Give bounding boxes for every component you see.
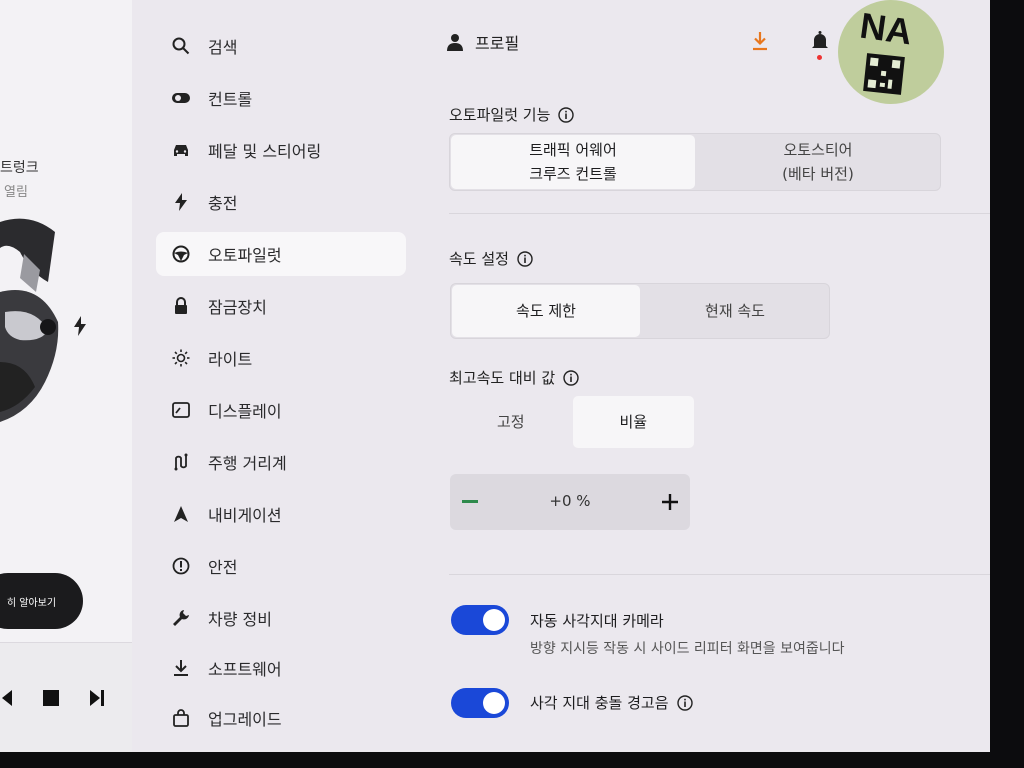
menu-item-lights[interactable]: 라이트 (156, 336, 406, 380)
download-icon (174, 660, 188, 676)
blindspot-chime-toggle[interactable] (451, 688, 509, 718)
blindspot-camera-toggle[interactable] (451, 605, 509, 635)
increase-button[interactable] (660, 492, 680, 512)
section-title: 오토파일럿 기능 (449, 106, 551, 124)
download-icon[interactable] (751, 31, 769, 51)
tesla-screen: 트렁크 열림 히 알아보기 검색 컨트롤 페달 및 스티어링 충전 오토파일럿 … (0, 0, 990, 752)
offset-value: +0 % (549, 492, 591, 510)
autopilot-settings-panel: 프로필 NA 오토파일럿 기능 트래픽 어웨어 크루즈 컨트롤 오토스티어 (베… (415, 0, 990, 752)
speed-setting-selector: 속도 제한 현재 속도 (450, 283, 830, 339)
option-autosteer-beta[interactable]: 오토스티어 (베타 버전) (696, 134, 940, 190)
option-line2: 크루즈 컨트롤 (529, 165, 617, 183)
blindspot-chime-title: 사각 지대 충돌 경고음 (530, 694, 669, 712)
trunk-label[interactable]: 트렁크 (0, 157, 39, 177)
menu-item-label: 충전 (208, 194, 238, 213)
option-speed-limit[interactable]: 속도 제한 (452, 285, 640, 337)
sun-icon (172, 349, 190, 367)
menu-item-software[interactable]: 소프트웨어 (156, 646, 406, 690)
person-icon (447, 34, 463, 51)
info-icon[interactable] (676, 694, 693, 711)
option-line1: 오토스티어 (783, 141, 853, 159)
steering-wheel-icon (172, 245, 190, 263)
previous-track-icon[interactable] (0, 690, 18, 706)
menu-item-service[interactable]: 차량 정비 (156, 596, 406, 640)
menu-item-label: 주행 거리계 (208, 454, 287, 473)
qr-code-icon (863, 53, 905, 95)
menu-item-search[interactable]: 검색 (156, 24, 406, 68)
menu-item-label: 라이트 (208, 350, 253, 369)
trip-icon (174, 453, 188, 471)
menu-item-label: 잠금장치 (208, 298, 267, 317)
menu-item-label: 디스플레이 (208, 402, 282, 421)
menu-item-label: 안전 (208, 558, 238, 577)
option-traffic-aware-cruise-control[interactable]: 트래픽 어웨어 크루즈 컨트롤 (451, 135, 695, 189)
alert-circle-icon (172, 557, 190, 575)
speed-setting-label: 속도 설정 (449, 248, 533, 269)
divider (449, 213, 990, 214)
display-icon (172, 402, 190, 418)
profile-label: 프로필 (475, 34, 520, 53)
next-track-icon[interactable] (88, 690, 106, 706)
lock-icon (175, 297, 187, 314)
profile-button[interactable]: 프로필 (447, 30, 519, 54)
menu-item-locks[interactable]: 잠금장치 (156, 284, 406, 328)
menu-item-label: 차량 정비 (208, 610, 272, 629)
option-fixed[interactable]: 고정 (450, 395, 572, 449)
menu-item-autopilot[interactable]: 오토파일럿 (156, 232, 406, 276)
menu-item-safety[interactable]: 안전 (156, 544, 406, 588)
autopilot-feature-selector: 트래픽 어웨어 크루즈 컨트롤 오토스티어 (베타 버전) (449, 133, 941, 191)
autopilot-features-label: 오토파일럿 기능 (449, 104, 575, 125)
settings-menu: 검색 컨트롤 페달 및 스티어링 충전 오토파일럿 잠금장치 라이트 디스플레이… (132, 0, 415, 752)
option-percentage[interactable]: 비율 (572, 396, 694, 448)
menu-item-label: 검색 (208, 38, 238, 57)
menu-item-upgrades[interactable]: 업그레이드 (156, 696, 406, 740)
menu-item-controls[interactable]: 컨트롤 (156, 76, 406, 120)
car-image (0, 218, 59, 422)
trunk-status: 열림 (4, 185, 28, 200)
bell-icon[interactable] (811, 31, 829, 51)
info-icon[interactable] (558, 106, 575, 123)
offset-stepper: +0 % (450, 474, 690, 530)
option-line1: 트래픽 어웨어 (529, 141, 617, 159)
shopping-bag-icon (173, 709, 189, 727)
offset-label: 최고속도 대비 값 (449, 367, 579, 388)
blindspot-camera-description: 방향 지시등 작동 시 사이드 리피터 화면을 보여줍니다 (530, 641, 845, 657)
menu-item-display[interactable]: 디스플레이 (156, 388, 406, 432)
section-title: 속도 설정 (449, 250, 509, 268)
blindspot-camera-title: 자동 사각지대 카메라 (530, 612, 664, 630)
car-icon (174, 145, 188, 156)
menu-item-label: 업그레이드 (208, 710, 282, 729)
section-title: 최고속도 대비 값 (449, 369, 556, 387)
toggle-knob (483, 609, 505, 631)
offset-type-selector: 고정 비율 (450, 395, 695, 449)
learn-more-button[interactable]: 히 알아보기 (0, 573, 83, 629)
wrench-icon (173, 610, 189, 626)
menu-item-label: 컨트롤 (208, 90, 253, 109)
menu-item-label: 오토파일럿 (208, 246, 282, 265)
info-icon[interactable] (517, 250, 533, 267)
notification-dot (817, 55, 822, 60)
divider (449, 574, 990, 575)
navigation-arrow-icon (174, 506, 188, 522)
bolt-icon (175, 193, 187, 211)
media-controls (0, 642, 132, 752)
menu-item-trips[interactable]: 주행 거리계 (156, 440, 406, 484)
toggle-icon (172, 93, 190, 103)
toggle-knob (483, 692, 505, 714)
car-status-panel: 트렁크 열림 히 알아보기 (0, 0, 133, 752)
menu-item-label: 페달 및 스티어링 (208, 142, 322, 161)
menu-item-pedals[interactable]: 페달 및 스티어링 (156, 128, 406, 172)
bolt-icon[interactable] (72, 316, 88, 336)
search-icon (172, 37, 190, 55)
menu-item-label: 내비게이션 (208, 506, 282, 525)
menu-item-charging[interactable]: 충전 (156, 180, 406, 224)
info-icon[interactable] (563, 369, 579, 386)
blindspot-chime-row: 사각 지대 충돌 경고음 (530, 692, 693, 713)
menu-item-label: 소프트웨어 (208, 660, 282, 679)
menu-item-navigation[interactable]: 내비게이션 (156, 492, 406, 536)
sticker-text: NA (857, 4, 915, 53)
option-current-speed[interactable]: 현재 속도 (641, 284, 829, 338)
stop-icon[interactable] (42, 690, 60, 706)
option-line2: (베타 버전) (782, 165, 854, 183)
